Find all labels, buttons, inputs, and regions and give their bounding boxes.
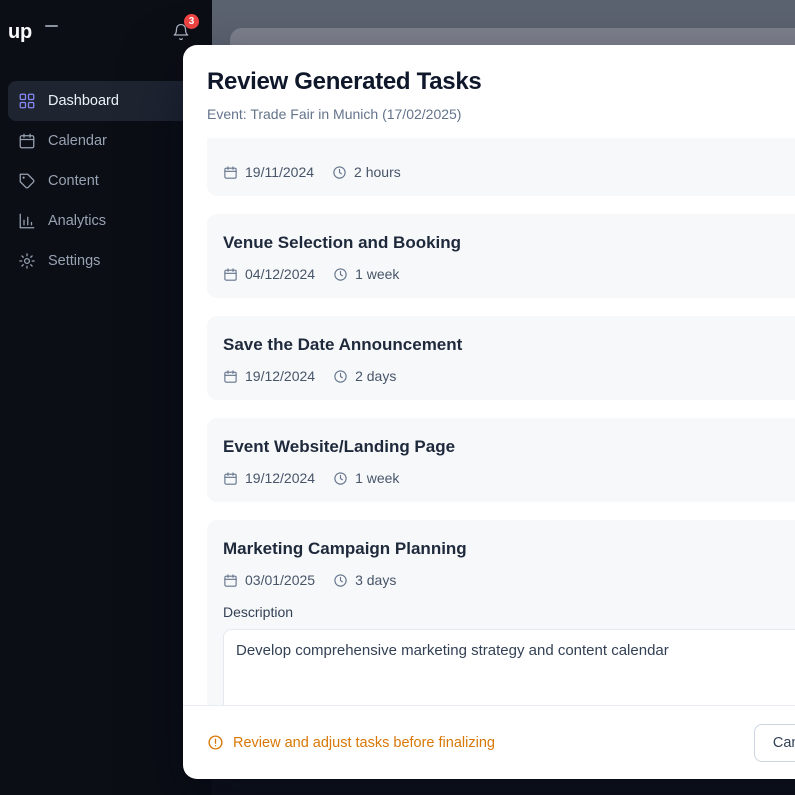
- calendar-icon: [223, 165, 238, 180]
- page-content-panel-dimmed: [230, 28, 795, 45]
- sidebar-item-analytics[interactable]: Analytics: [8, 201, 204, 241]
- cancel-button[interactable]: Cancel: [753, 723, 795, 762]
- sidebar: up 3 Dashboard Calendar Content Analytic…: [0, 0, 212, 795]
- modal-subtitle: Event: Trade Fair in Munich (17/02/2025): [207, 106, 462, 122]
- task-date: 04/12/2024: [223, 266, 315, 282]
- task-title: Venue Selection and Booking: [223, 233, 462, 252]
- footer-warning-text: Review and adjust tasks before finalizin…: [233, 734, 495, 751]
- task-title: [223, 138, 795, 154]
- task-date-text: 04/12/2024: [245, 266, 316, 282]
- task-date-text: 19/11/2024: [245, 164, 315, 180]
- modal-title: Review Generated Tasks: [207, 68, 482, 95]
- task-card: Event Website/Landing Page 19/12/2024 1 …: [207, 418, 795, 502]
- task-date-text: 03/01/2025: [245, 572, 316, 588]
- task-date: 19/11/2024: [223, 164, 314, 180]
- clock-icon: [333, 471, 348, 486]
- sidebar-item-label: Content: [48, 173, 99, 189]
- task-date-text: 19/12/2024: [245, 470, 316, 486]
- task-duration-text: 2 days: [355, 368, 397, 384]
- gear-icon: [18, 252, 36, 270]
- tag-icon: [18, 172, 36, 190]
- clock-icon: [333, 267, 348, 282]
- calendar-icon: [223, 573, 238, 588]
- task-card: Save the Date Announcement 19/12/2024 2 …: [207, 316, 795, 400]
- description-label: Description: [223, 604, 294, 620]
- task-duration: 1 week: [333, 266, 399, 282]
- calendar-icon: [18, 132, 36, 150]
- task-title: Marketing Campaign Planning: [223, 539, 467, 558]
- task-duration-text: 1 week: [355, 266, 400, 282]
- sidebar-nav: Dashboard Calendar Content Analytics Set…: [0, 81, 212, 281]
- footer-warning: Review and adjust tasks before finalizin…: [207, 734, 495, 751]
- task-title: Save the Date Announcement: [223, 335, 463, 354]
- sidebar-item-calendar[interactable]: Calendar: [8, 121, 204, 161]
- task-duration-text: 1 week: [355, 470, 400, 486]
- task-duration-text: 2 hours: [354, 164, 401, 180]
- task-date: 19/12/2024: [223, 470, 315, 486]
- task-description-input[interactable]: Develop comprehensive marketing strategy…: [223, 629, 795, 705]
- sidebar-item-content[interactable]: Content: [8, 161, 204, 201]
- task-date-text: 19/12/2024: [245, 368, 316, 384]
- task-card: Venue Selection and Booking 04/12/2024 1…: [207, 214, 795, 298]
- sidebar-item-settings[interactable]: Settings: [8, 241, 204, 281]
- notification-badge: 3: [184, 14, 199, 29]
- task-list: 19/11/2024 2 hours Venue Selection and B…: [183, 138, 795, 705]
- task-card: 19/11/2024 2 hours: [207, 138, 795, 196]
- sidebar-item-label: Analytics: [48, 213, 107, 229]
- review-tasks-modal: Review Generated Tasks Event: Trade Fair…: [183, 45, 795, 779]
- page-backdrop: [212, 0, 795, 45]
- task-card: Marketing Campaign Planning 03/01/2025 3…: [207, 520, 795, 705]
- sidebar-header: up 3: [0, 0, 212, 64]
- clock-icon: [332, 165, 347, 180]
- dashboard-grid-icon: [18, 92, 36, 110]
- alert-circle-icon: [207, 734, 224, 751]
- task-duration: 3 days: [333, 572, 396, 588]
- collapse-sidebar-icon[interactable]: [45, 25, 59, 27]
- sidebar-item-label: Settings: [48, 253, 101, 269]
- clock-icon: [333, 369, 348, 384]
- task-duration: 1 week: [333, 470, 399, 486]
- modal-header: Review Generated Tasks Event: Trade Fair…: [183, 45, 795, 138]
- calendar-icon: [223, 267, 238, 282]
- bar-chart-icon: [18, 212, 36, 230]
- task-date: 19/12/2024: [223, 368, 315, 384]
- task-title: Event Website/Landing Page: [223, 437, 456, 456]
- calendar-icon: [223, 369, 238, 384]
- calendar-icon: [223, 471, 238, 486]
- task-duration-text: 3 days: [355, 572, 397, 588]
- sidebar-item-dashboard[interactable]: Dashboard: [8, 81, 204, 121]
- task-date: 03/01/2025: [223, 572, 315, 588]
- modal-footer: Review and adjust tasks before finalizin…: [183, 705, 795, 779]
- notifications-button[interactable]: 3: [172, 14, 199, 41]
- task-duration: 2 days: [333, 368, 396, 384]
- task-duration: 2 hours: [332, 164, 401, 180]
- app-logo: up: [8, 20, 33, 43]
- sidebar-item-label: Dashboard: [48, 93, 119, 109]
- clock-icon: [333, 573, 348, 588]
- sidebar-item-label: Calendar: [48, 133, 107, 149]
